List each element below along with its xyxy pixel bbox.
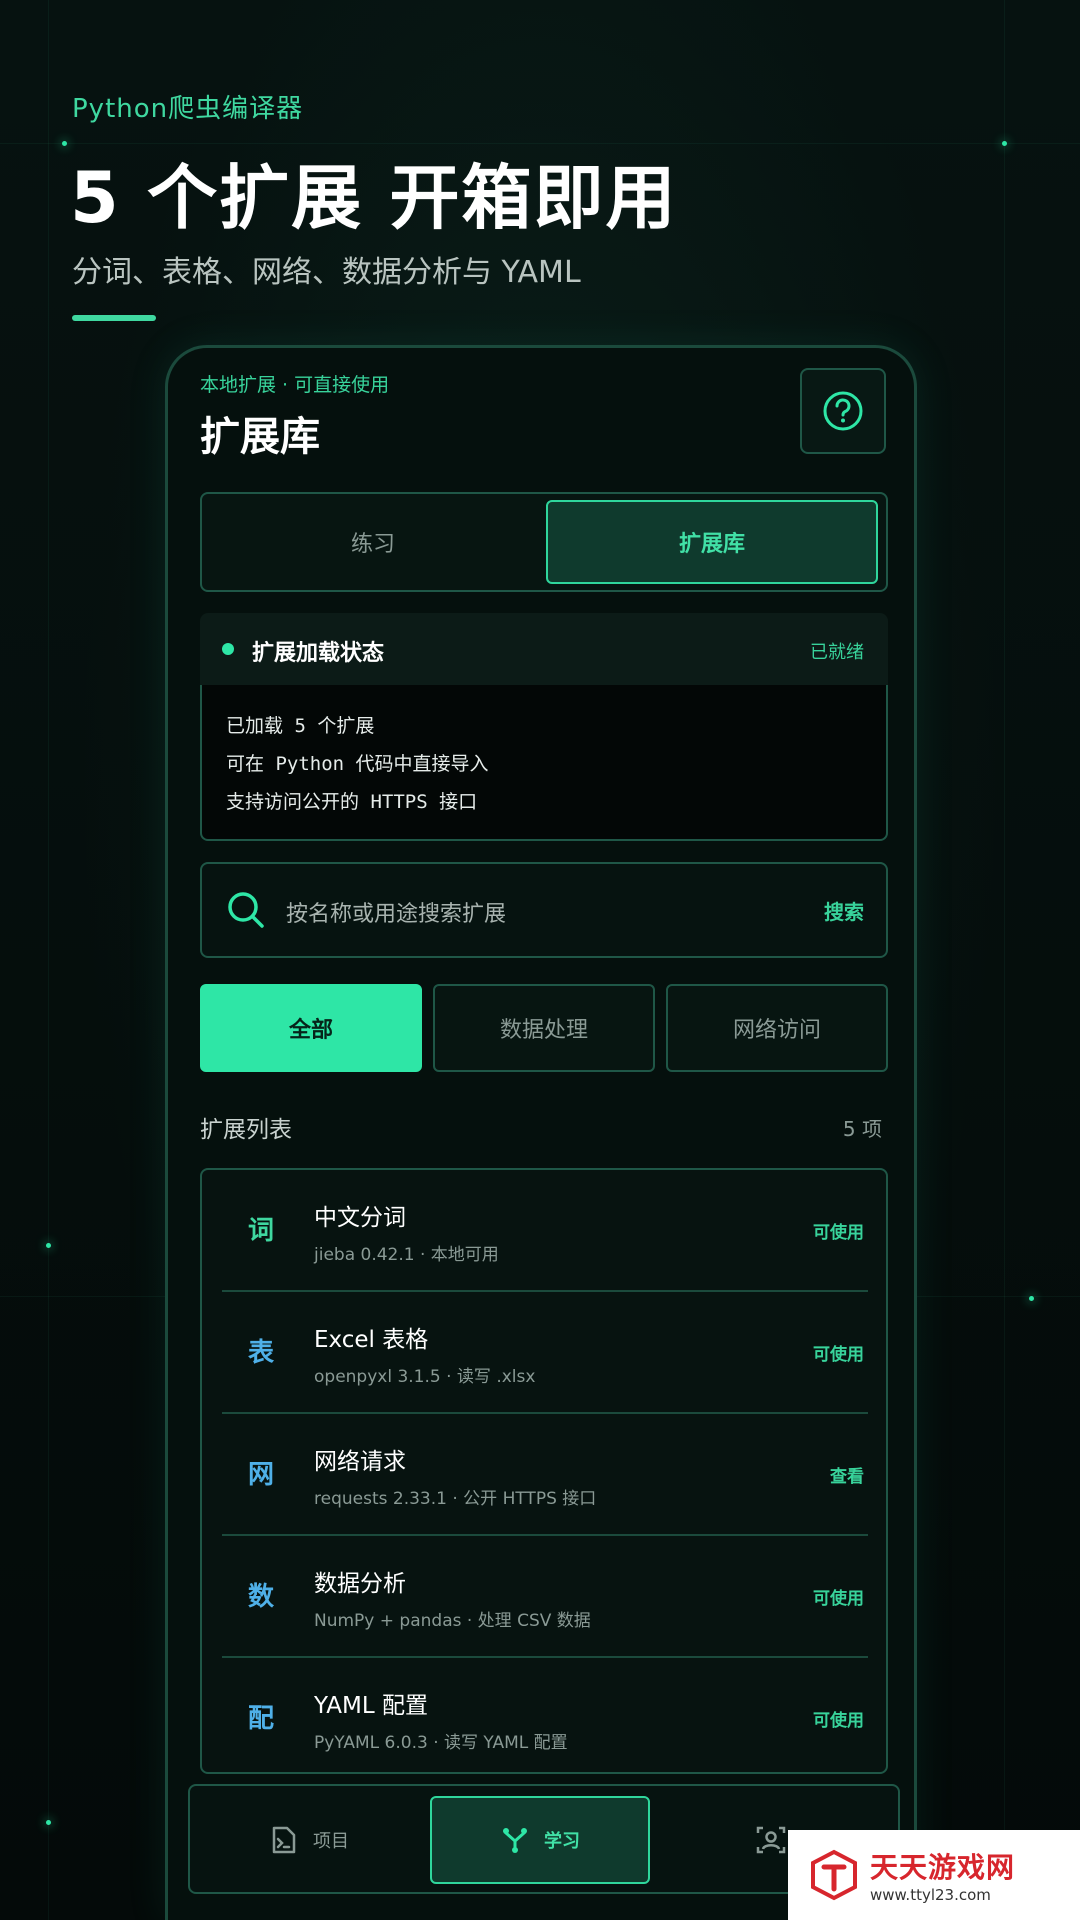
fork-icon <box>503 1828 527 1853</box>
filter-network[interactable]: 网络访问 <box>666 984 888 1072</box>
list-item[interactable]: 词 中文分词 jieba 0.42.1 · 本地可用 可使用 <box>222 1170 868 1292</box>
grid-line <box>48 0 49 1920</box>
help-button[interactable] <box>800 368 886 454</box>
watermark-brand: 天天游戏网 <box>870 1851 1016 1884</box>
extension-status[interactable]: 查看 <box>830 1462 864 1487</box>
extension-name: YAML 配置 <box>314 1693 428 1719</box>
extension-name: 数据分析 <box>314 1571 406 1597</box>
glow-dot <box>46 1243 51 1248</box>
search-input[interactable]: 按名称或用途搜索扩展 <box>286 896 506 928</box>
tab-practice[interactable]: 练习 <box>208 500 538 584</box>
extension-glyph: 表 <box>248 1338 275 1368</box>
search-button[interactable]: 搜索 <box>824 896 864 925</box>
terminal-file-icon <box>272 1826 296 1854</box>
extension-glyph: 配 <box>248 1704 275 1734</box>
promo-headline: 5 个扩展 开箱即用 <box>70 157 678 239</box>
help-circle-icon <box>823 391 863 431</box>
extension-status[interactable]: 可使用 <box>813 1218 864 1243</box>
extension-glyph: 网 <box>248 1460 275 1490</box>
promo-app-name: Python爬虫编译器 <box>72 94 304 124</box>
extension-glyph: 数 <box>248 1582 275 1612</box>
status-line: 已加载 5 个扩展 <box>226 715 375 737</box>
tab-extensions[interactable]: 扩展库 <box>546 500 878 584</box>
extension-status[interactable]: 可使用 <box>813 1584 864 1609</box>
glow-dot <box>1002 141 1007 146</box>
filter-data-processing[interactable]: 数据处理 <box>433 984 655 1072</box>
status-badge: 已就绪 <box>810 642 864 663</box>
status-console: 已加载 5 个扩展 可在 Python 代码中直接导入 支持访问公开的 HTTP… <box>200 685 888 841</box>
extension-meta: jieba 0.42.1 · 本地可用 <box>314 1245 499 1265</box>
tab-bar: 练习 扩展库 <box>200 492 888 592</box>
list-count: 5 项 <box>842 1117 882 1141</box>
list-item[interactable]: 配 YAML 配置 PyYAML 6.0.3 · 读写 YAML 配置 可使用 <box>222 1658 868 1780</box>
extension-meta: requests 2.33.1 · 公开 HTTPS 接口 <box>314 1489 597 1509</box>
glow-dot <box>46 1820 51 1825</box>
extension-meta: openpyxl 3.1.5 · 读写 .xlsx <box>314 1367 536 1387</box>
list-title: 扩展列表 <box>200 1117 292 1143</box>
search-icon <box>228 892 264 928</box>
extension-glyph: 词 <box>248 1216 275 1246</box>
extension-status[interactable]: 可使用 <box>813 1340 864 1365</box>
search-bar[interactable]: 按名称或用途搜索扩展 搜索 <box>200 862 888 958</box>
list-item[interactable]: 数 数据分析 NumPy + pandas · 处理 CSV 数据 可使用 <box>222 1536 868 1658</box>
nav-label: 项目 <box>313 1831 349 1852</box>
nav-item-projects[interactable]: 项目 <box>204 1796 414 1884</box>
promo-description: 分词、表格、网络、数据分析与 YAML <box>72 255 581 290</box>
watermark-logo-icon <box>811 1849 857 1901</box>
promo-accent-bar <box>72 315 156 321</box>
filter-all[interactable]: 全部 <box>200 984 422 1072</box>
glow-dot <box>62 141 67 146</box>
status-dot-icon <box>222 643 234 655</box>
phone-frame: 本地扩展 · 可直接使用 扩展库 练习 扩展库 扩展加载状态 已就绪 已加载 5… <box>165 345 917 1920</box>
extension-status[interactable]: 可使用 <box>813 1706 864 1731</box>
grid-line <box>1004 0 1005 1920</box>
nav-item-learn[interactable]: 学习 <box>430 1796 650 1884</box>
user-frame-icon <box>756 1826 786 1854</box>
list-item[interactable]: 网 网络请求 requests 2.33.1 · 公开 HTTPS 接口 查看 <box>222 1414 868 1536</box>
status-line: 支持访问公开的 HTTPS 接口 <box>226 791 478 813</box>
extension-meta: PyYAML 6.0.3 · 读写 YAML 配置 <box>314 1733 568 1753</box>
nav-label: 学习 <box>544 1831 580 1852</box>
extension-list: 词 中文分词 jieba 0.42.1 · 本地可用 可使用 表 Excel 表… <box>200 1168 888 1774</box>
watermark: 天天游戏网 www.ttyl23.com <box>788 1830 1080 1920</box>
status-line: 可在 Python 代码中直接导入 <box>226 753 489 775</box>
page-title: 扩展库 <box>200 414 320 460</box>
extension-name: 网络请求 <box>314 1449 406 1475</box>
extension-meta: NumPy + pandas · 处理 CSV 数据 <box>314 1611 591 1631</box>
status-title: 扩展加载状态 <box>252 641 385 666</box>
extension-name: Excel 表格 <box>314 1327 429 1353</box>
header-subtitle: 本地扩展 · 可直接使用 <box>200 374 390 396</box>
status-header: 扩展加载状态 已就绪 <box>200 613 888 685</box>
glow-dot <box>1029 1296 1034 1301</box>
watermark-url: www.ttyl23.com <box>870 1886 991 1904</box>
extension-name: 中文分词 <box>314 1205 406 1231</box>
list-item[interactable]: 表 Excel 表格 openpyxl 3.1.5 · 读写 .xlsx 可使用 <box>222 1292 868 1414</box>
